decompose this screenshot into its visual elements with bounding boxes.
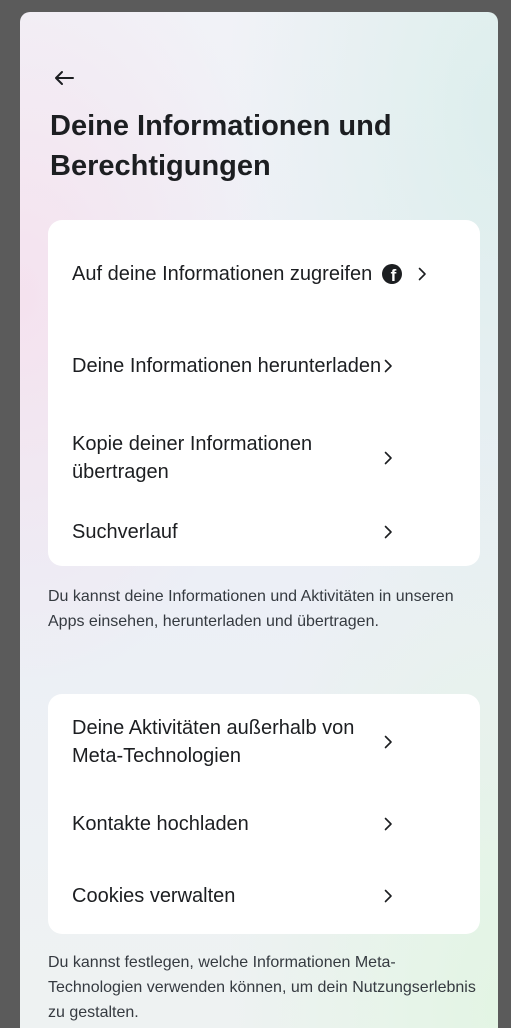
off-meta-activity-item[interactable]: Deine Aktivitäten außerhalb von Meta-Tec… [48, 698, 480, 786]
meta-technologies-card: Deine Aktivitäten außerhalb von Meta-Tec… [48, 694, 480, 934]
information-description: Du kannst deine Informationen und Aktivi… [48, 588, 454, 630]
upload-contacts-item[interactable]: Kontakte hochladen [48, 790, 480, 858]
arrow-left-icon [55, 71, 74, 85]
chevron-right-icon [382, 816, 394, 832]
facebook-icon: f [382, 264, 402, 284]
list-item-label: Auf deine Informationen zugreifen [72, 263, 373, 285]
transfer-copy-item[interactable]: Kopie deiner Informationen übertragen [48, 412, 480, 504]
page-title: Deine Informationen und Berechtigungen [50, 110, 392, 182]
app-screen: Deine Informationen und Berechtigungen A… [20, 12, 498, 1028]
list-item-label: Deine Informationen herunterladen [72, 355, 382, 377]
chevron-right-icon [382, 734, 394, 750]
meta-technologies-description: Du kannst festlegen, welche Informatione… [48, 954, 476, 1021]
list-item-label: Cookies verwalten [72, 885, 236, 907]
list-item-label: Deine Aktivitäten außerhalb von Meta-Tec… [72, 717, 355, 767]
download-information-item[interactable]: Deine Informationen herunterladen [48, 320, 480, 412]
back-button[interactable] [50, 64, 78, 92]
chevron-right-icon [416, 266, 428, 282]
chevron-right-icon [382, 524, 394, 540]
chevron-right-icon [382, 888, 394, 904]
chevron-right-icon [382, 358, 394, 374]
list-item-label: Suchverlauf [72, 521, 178, 543]
chevron-right-icon [382, 450, 394, 466]
list-item-label: Kopie deiner Informationen übertragen [72, 433, 313, 483]
list-item-label: Kontakte hochladen [72, 813, 249, 835]
information-card: Auf deine Informationen zugreifen f Dein… [48, 220, 480, 566]
access-information-item[interactable]: Auf deine Informationen zugreifen f [48, 228, 480, 320]
manage-cookies-item[interactable]: Cookies verwalten [48, 864, 480, 928]
search-history-item[interactable]: Suchverlauf [48, 504, 480, 560]
